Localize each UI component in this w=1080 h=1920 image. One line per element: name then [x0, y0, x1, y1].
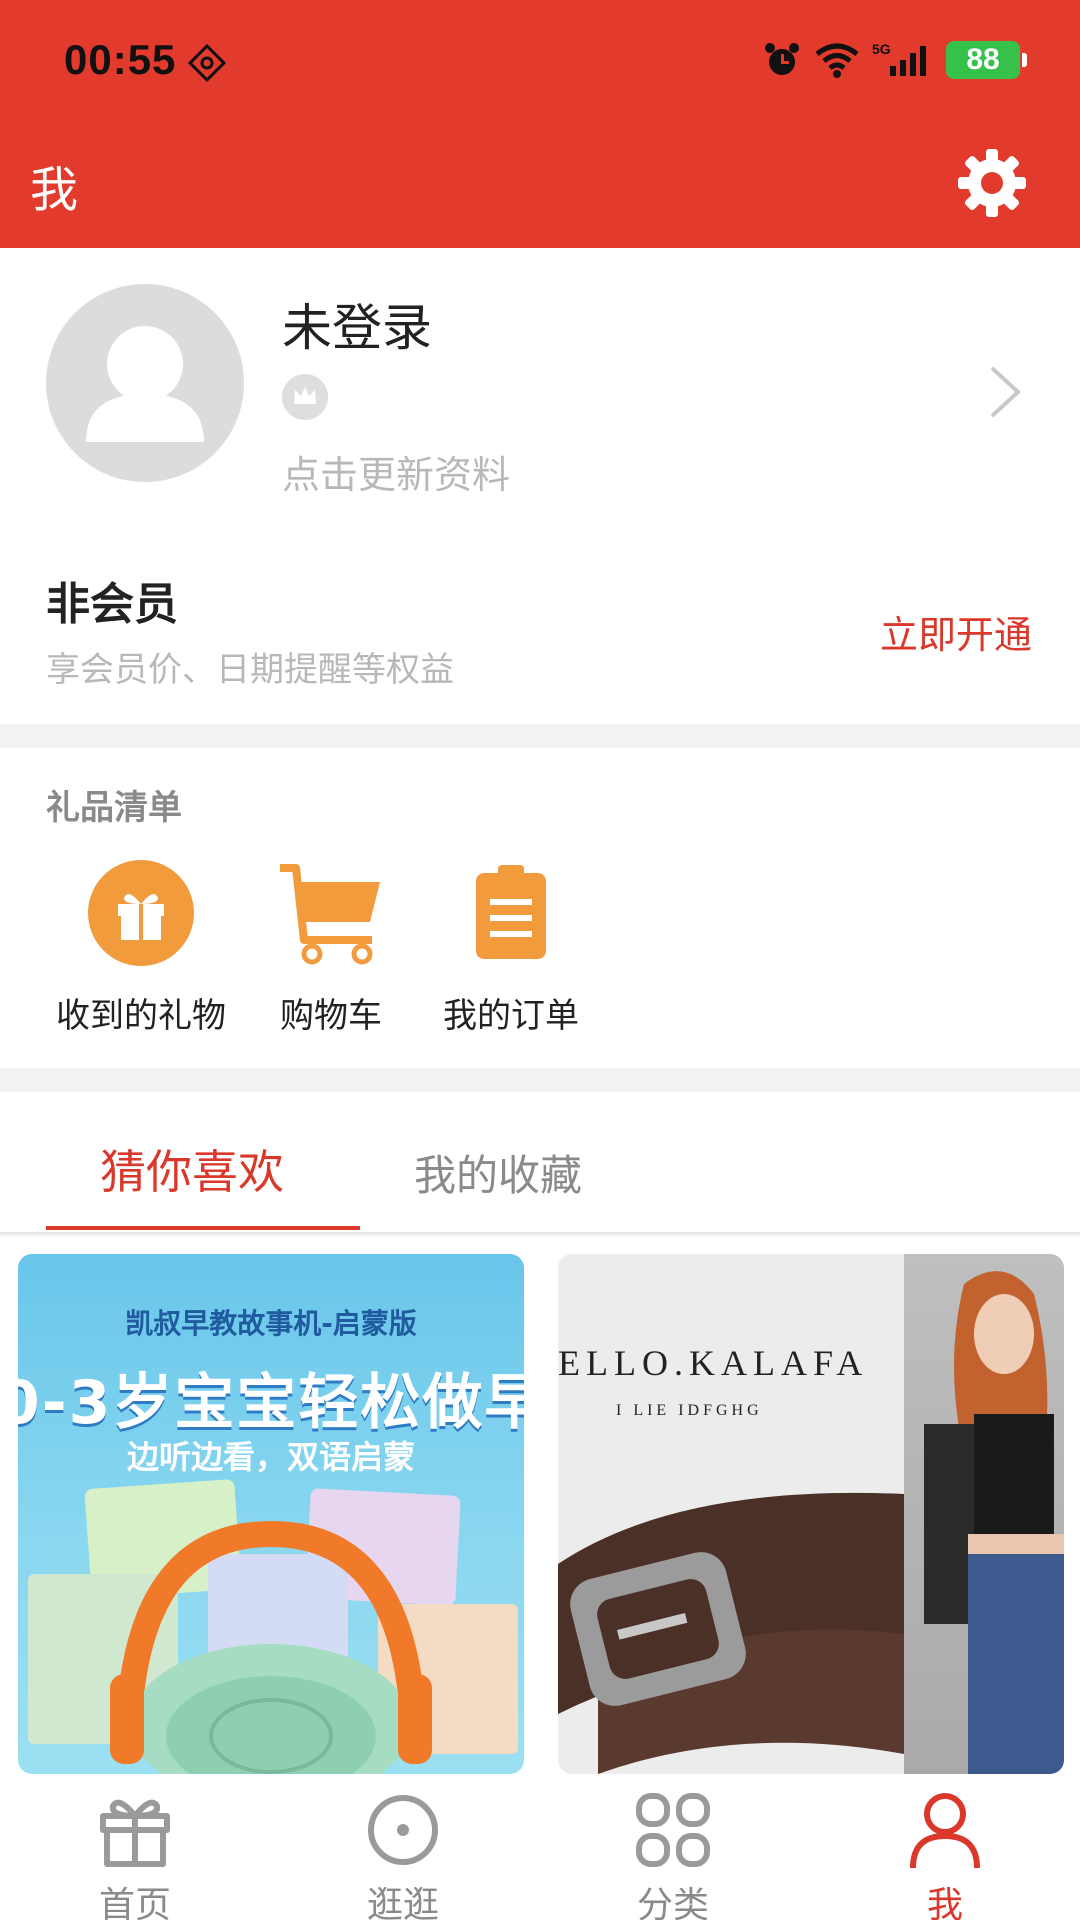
status-time: 00:55 — [64, 36, 177, 83]
gift-icon — [100, 1799, 170, 1867]
activate-membership-button[interactable]: 立即开通 — [880, 604, 1032, 659]
received-gifts-button[interactable]: 收到的礼物 — [46, 858, 236, 1037]
page-title: 我 — [30, 162, 79, 218]
product-brand-sub: I LIE IDFGHG — [616, 1402, 763, 1419]
nav-label: 逛逛 — [366, 1885, 439, 1920]
nav-label: 首页 — [98, 1885, 171, 1920]
profile-card[interactable]: 未登录 点击更新资料 非会员 享会员价、日期提醒等权益 立即开通 — [0, 248, 1080, 724]
product-top-text: 凯叔早教故事机-启蒙版 — [125, 1307, 417, 1340]
location-diamond-icon — [187, 43, 227, 83]
default-user-icon — [86, 326, 204, 442]
wifi-icon — [815, 43, 859, 78]
battery-indicator: 88 — [946, 41, 1027, 79]
active-tab-indicator — [46, 1226, 360, 1230]
shopping-cart-button[interactable]: 购物车 — [236, 858, 426, 1037]
bottom-navigation: 首页 逛逛 分类 我 — [0, 1776, 1080, 1920]
gift-list-title: 礼品清单 — [46, 788, 182, 828]
product-headline: 0-3岁宝宝轻松做早教 — [18, 1368, 524, 1438]
status-icons: 5G 88 — [762, 40, 1027, 80]
tab-guess-you-like[interactable]: 猜你喜欢 — [100, 1136, 284, 1202]
alarm-icon — [765, 43, 799, 75]
grid-icon — [636, 1793, 710, 1867]
product-card[interactable]: ELLO.KALAFA I LIE IDFGHG — [558, 1254, 1064, 1774]
cart-icon — [280, 864, 380, 965]
gear-icon[interactable] — [954, 145, 1030, 221]
nav-category[interactable]: 分类 — [598, 1790, 748, 1920]
crown-icon — [282, 374, 328, 420]
update-profile-hint: 点击更新资料 — [282, 453, 511, 497]
status-bar: 00:55 5G 88 — [0, 0, 1080, 120]
gift-list-section: 礼品清单 收到的礼物 购物车 我的订单 — [0, 748, 1080, 1068]
gift-item-label: 我的订单 — [443, 996, 579, 1036]
profile-page: 00:55 5G 88 我 未登录 点击更新资料 非会员 享会员价、日期提醒等权… — [0, 0, 1080, 1920]
nav-label: 我 — [926, 1885, 963, 1920]
clipboard-icon — [476, 865, 546, 959]
compass-icon — [368, 1795, 438, 1865]
model-photo — [904, 1254, 1064, 1774]
nav-home[interactable]: 首页 — [60, 1790, 210, 1920]
membership-status: 非会员 — [46, 579, 178, 630]
recommend-tabs: 猜你喜欢 我的收藏 — [0, 1092, 1080, 1234]
svg-text:5G: 5G — [872, 41, 891, 57]
header-bar: 00:55 5G 88 我 — [0, 0, 1080, 248]
nav-label: 分类 — [636, 1885, 709, 1920]
user-name: 未登录 — [282, 299, 432, 357]
gift-item-label: 购物车 — [280, 996, 382, 1036]
gift-icon — [88, 860, 194, 966]
nav-explore[interactable]: 逛逛 — [328, 1790, 478, 1920]
product-brand: ELLO.KALAFA — [558, 1343, 869, 1383]
signal-5g-icon: 5G — [872, 41, 926, 76]
product-grid: 凯叔早教故事机-启蒙版 0-3岁宝宝轻松做早教 边听边看，双语启蒙 ELLO.K… — [0, 1236, 1080, 1776]
story-machine-image — [28, 1479, 518, 1774]
chevron-right-icon[interactable] — [984, 364, 1024, 420]
product-card[interactable]: 凯叔早教故事机-启蒙版 0-3岁宝宝轻松做早教 边听边看，双语启蒙 — [18, 1254, 524, 1774]
avatar[interactable] — [46, 284, 244, 482]
membership-description: 享会员价、日期提醒等权益 — [46, 650, 454, 690]
product-subtext: 边听边看，双语启蒙 — [126, 1438, 415, 1476]
leather-belt-image — [558, 1492, 904, 1774]
person-icon — [910, 1793, 980, 1869]
gift-item-label: 收到的礼物 — [56, 996, 226, 1036]
nav-me[interactable]: 我 — [870, 1790, 1020, 1920]
my-orders-button[interactable]: 我的订单 — [416, 858, 606, 1037]
battery-level: 88 — [966, 43, 1000, 76]
tab-my-favorites[interactable]: 我的收藏 — [414, 1142, 582, 1203]
